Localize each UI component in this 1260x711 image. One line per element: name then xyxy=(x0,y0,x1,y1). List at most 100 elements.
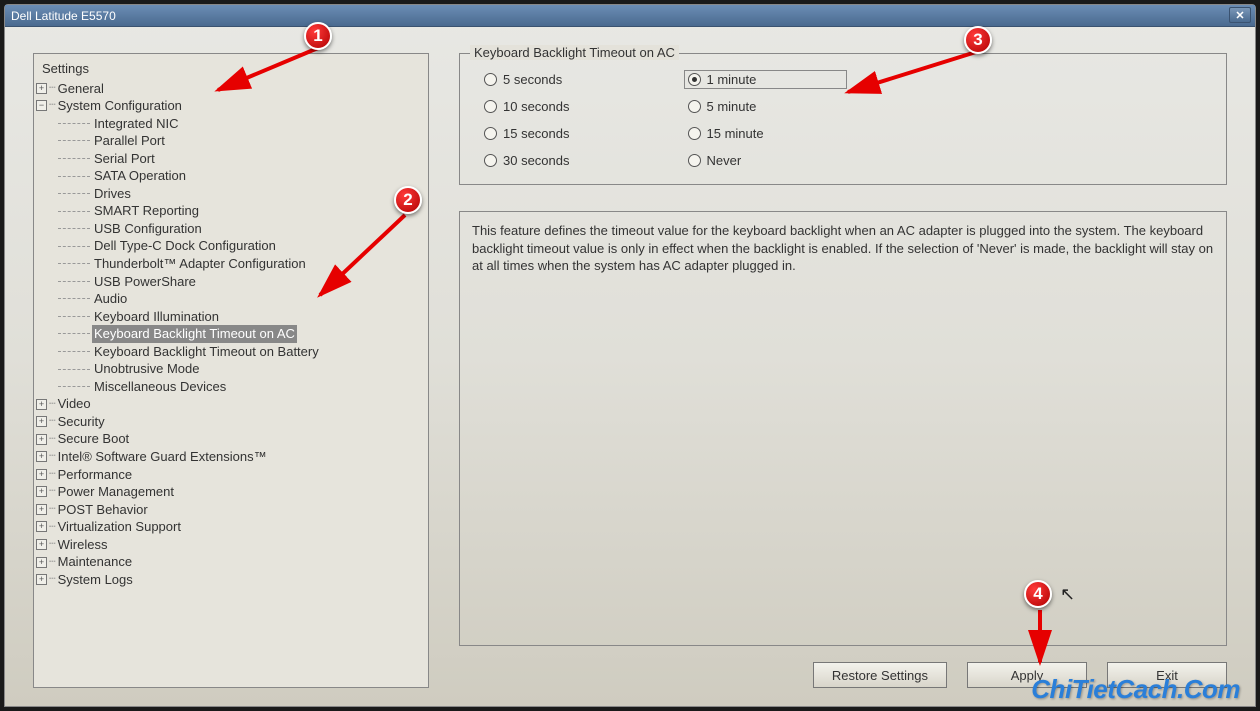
close-button[interactable]: ✕ xyxy=(1229,7,1251,23)
tree-node[interactable]: +┄Security xyxy=(34,413,428,431)
radio-option[interactable]: 15 seconds xyxy=(480,124,574,143)
tree-leaf-label: Keyboard Backlight Timeout on AC xyxy=(92,325,297,343)
radio-label: 10 seconds xyxy=(503,99,570,114)
tree-leaf[interactable]: Keyboard Illumination xyxy=(56,308,428,326)
tree-node-label: Security xyxy=(56,413,107,431)
plus-icon[interactable]: + xyxy=(36,469,47,480)
tree-leaf-label: USB PowerShare xyxy=(92,273,198,291)
radio-label: Never xyxy=(707,153,742,168)
radio-label: 5 seconds xyxy=(503,72,562,87)
radio-label: 15 minute xyxy=(707,126,764,141)
plus-icon[interactable]: + xyxy=(36,557,47,568)
tree-node[interactable]: +┄Secure Boot xyxy=(34,430,428,448)
tree-node[interactable]: +┄Intel® Software Guard Extensions™ xyxy=(34,448,428,466)
mouse-cursor-icon: ↖ xyxy=(1060,584,1075,605)
tree-leaf[interactable]: Thunderbolt™ Adapter Configuration xyxy=(56,255,428,273)
description-text: This feature defines the timeout value f… xyxy=(472,223,1213,273)
plus-icon[interactable]: + xyxy=(36,434,47,445)
radio-option[interactable]: 15 minute xyxy=(684,124,848,143)
tree-leaf[interactable]: Integrated NIC xyxy=(56,115,428,133)
radio-option[interactable]: 5 seconds xyxy=(480,70,574,89)
tree-leaf[interactable]: SATA Operation xyxy=(56,167,428,185)
description-box: This feature defines the timeout value f… xyxy=(459,211,1227,646)
tree-node-label: Wireless xyxy=(56,536,110,554)
tree-title: Settings xyxy=(34,58,428,80)
radio-option[interactable]: Never xyxy=(684,151,848,170)
tree-node-label: System Configuration xyxy=(56,97,184,115)
settings-tree: Settings +┄General−┄System Configuration… xyxy=(33,53,429,688)
radio-icon xyxy=(688,100,701,113)
tree-node[interactable]: +┄Virtualization Support xyxy=(34,518,428,536)
plus-icon[interactable]: + xyxy=(36,416,47,427)
plus-icon[interactable]: + xyxy=(36,486,47,497)
tree-leaf[interactable]: Keyboard Backlight Timeout on AC xyxy=(56,325,428,343)
tree-node-label: Video xyxy=(56,395,93,413)
tree-node-label: Intel® Software Guard Extensions™ xyxy=(56,448,269,466)
plus-icon[interactable]: + xyxy=(36,539,47,550)
tree-node[interactable]: +┄Wireless xyxy=(34,536,428,554)
tree-leaf-label: Keyboard Backlight Timeout on Battery xyxy=(92,343,321,361)
tree-leaf-label: Unobtrusive Mode xyxy=(92,360,202,378)
tree-node[interactable]: +┄Video xyxy=(34,395,428,413)
window-title: Dell Latitude E5570 xyxy=(11,9,116,23)
radio-option[interactable]: 30 seconds xyxy=(480,151,574,170)
plus-icon[interactable]: + xyxy=(36,83,47,94)
marker-4: 4 xyxy=(1024,580,1052,608)
tree-leaf[interactable]: USB PowerShare xyxy=(56,273,428,291)
tree-leaf[interactable]: USB Configuration xyxy=(56,220,428,238)
tree-leaf[interactable]: Unobtrusive Mode xyxy=(56,360,428,378)
tree-node[interactable]: +┄POST Behavior xyxy=(34,501,428,519)
tree-node[interactable]: +┄Power Management xyxy=(34,483,428,501)
options-fieldset: Keyboard Backlight Timeout on AC 5 secon… xyxy=(459,53,1227,185)
tree-leaf[interactable]: Keyboard Backlight Timeout on Battery xyxy=(56,343,428,361)
tree-leaf[interactable]: Dell Type-C Dock Configuration xyxy=(56,237,428,255)
tree-node-label: Performance xyxy=(56,466,134,484)
radio-label: 30 seconds xyxy=(503,153,570,168)
tree-leaf[interactable]: Miscellaneous Devices xyxy=(56,378,428,396)
fieldset-legend: Keyboard Backlight Timeout on AC xyxy=(470,45,679,60)
plus-icon[interactable]: + xyxy=(36,504,47,515)
radio-icon xyxy=(484,100,497,113)
tree-leaf-label: Thunderbolt™ Adapter Configuration xyxy=(92,255,308,273)
tree-leaf-label: Audio xyxy=(92,290,129,308)
tree-leaf[interactable]: Parallel Port xyxy=(56,132,428,150)
tree-leaf-label: Keyboard Illumination xyxy=(92,308,221,326)
radio-group: 5 seconds10 seconds15 seconds30 seconds … xyxy=(480,70,1210,170)
tree-node-label: Virtualization Support xyxy=(56,518,183,536)
tree-node[interactable]: +┄Maintenance xyxy=(34,553,428,571)
tree-node-label: System Logs xyxy=(56,571,135,589)
radio-label: 1 minute xyxy=(707,72,757,87)
marker-2: 2 xyxy=(394,186,422,214)
tree-node[interactable]: +┄System Logs xyxy=(34,571,428,589)
radio-icon xyxy=(484,127,497,140)
tree-node-label: General xyxy=(56,80,106,98)
close-icon: ✕ xyxy=(1235,9,1244,22)
tree-leaf-label: Drives xyxy=(92,185,133,203)
plus-icon[interactable]: + xyxy=(36,574,47,585)
radio-icon xyxy=(484,154,497,167)
tree-node[interactable]: +┄Performance xyxy=(34,466,428,484)
radio-option[interactable]: 5 minute xyxy=(684,97,848,116)
tree-node[interactable]: +┄General xyxy=(34,80,428,98)
tree-leaf-label: Integrated NIC xyxy=(92,115,181,133)
radio-option[interactable]: 10 seconds xyxy=(480,97,574,116)
tree-leaf[interactable]: Audio xyxy=(56,290,428,308)
tree-leaf[interactable]: SMART Reporting xyxy=(56,202,428,220)
restore-settings-button[interactable]: Restore Settings xyxy=(813,662,947,688)
plus-icon[interactable]: + xyxy=(36,451,47,462)
marker-1: 1 xyxy=(304,22,332,50)
radio-option[interactable]: 1 minute xyxy=(684,70,848,89)
plus-icon[interactable]: + xyxy=(36,521,47,532)
tree-leaf[interactable]: Serial Port xyxy=(56,150,428,168)
tree-node[interactable]: −┄System Configuration xyxy=(34,97,428,115)
plus-icon[interactable]: + xyxy=(36,399,47,410)
watermark-text: ChiTietCach.Com xyxy=(1031,674,1240,705)
tree-leaf-label: SATA Operation xyxy=(92,167,188,185)
title-bar: Dell Latitude E5570 ✕ xyxy=(5,5,1255,27)
tree-leaf[interactable]: Drives xyxy=(56,185,428,203)
tree-node-label: Power Management xyxy=(56,483,176,501)
tree-node-label: Secure Boot xyxy=(56,430,132,448)
minus-icon[interactable]: − xyxy=(36,100,47,111)
tree-leaf-label: Miscellaneous Devices xyxy=(92,378,228,396)
tree-leaf-label: Serial Port xyxy=(92,150,157,168)
